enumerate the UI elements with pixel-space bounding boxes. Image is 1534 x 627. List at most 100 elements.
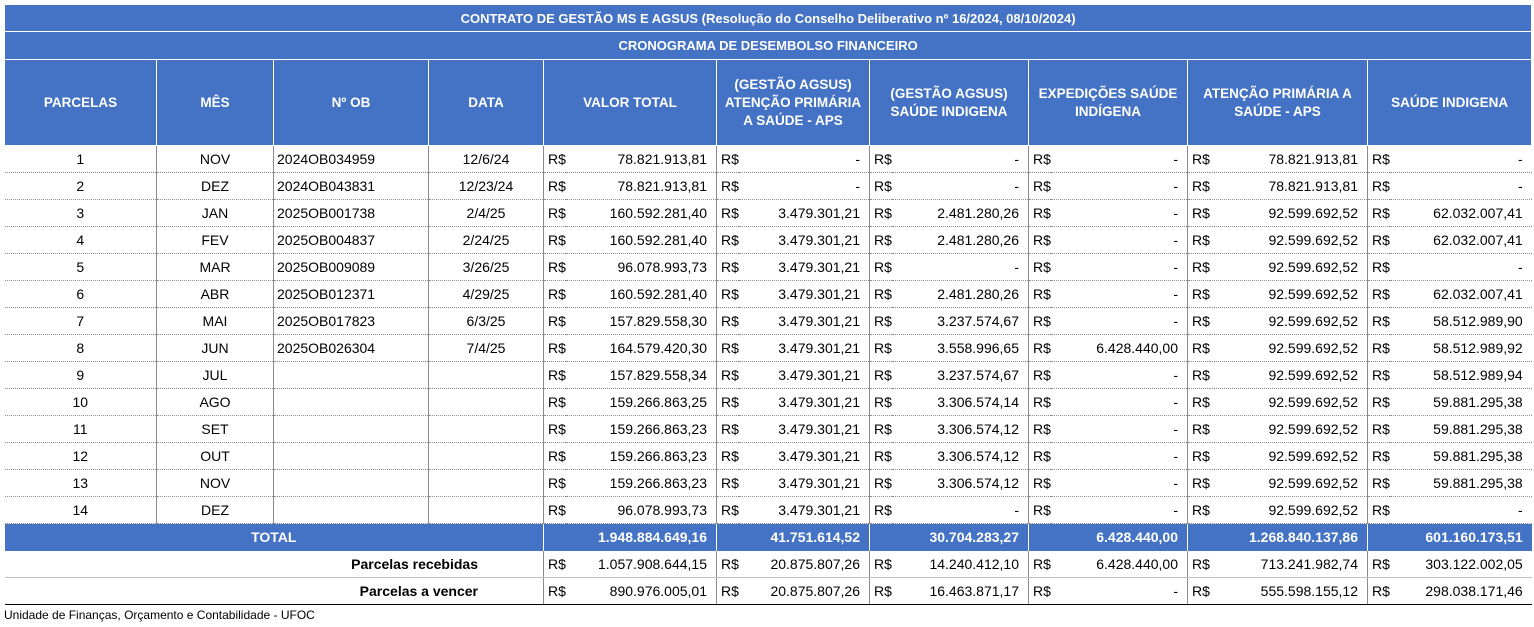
currency-symbol: R$ [543, 469, 566, 497]
cell-parcela: 7 [4, 307, 157, 335]
currency-symbol: R$ [869, 577, 892, 605]
received-valor-total: 1.057.908.644,15 [565, 550, 717, 578]
cell-agsus-aps: 3.479.301,21 [738, 361, 870, 389]
cell-ob: 2025OB004837 [273, 226, 429, 254]
cell-ob [273, 415, 429, 443]
currency-symbol: R$ [1367, 361, 1390, 389]
currency-symbol: R$ [1187, 199, 1210, 227]
header-saude-indigena: SAÚDE INDIGENA [1366, 59, 1533, 146]
cell-agsus-indigena: - [891, 253, 1029, 281]
currency-symbol: R$ [543, 361, 566, 389]
currency-symbol: R$ [1028, 334, 1051, 362]
cell-expedicoes: - [1050, 307, 1188, 335]
cell-ob: 2025OB017823 [273, 307, 429, 335]
cell-agsus-aps: 3.479.301,21 [738, 415, 870, 443]
cell-aps: 92.599.692,52 [1209, 415, 1368, 443]
received-expedicoes: 6.428.440,00 [1050, 550, 1188, 578]
header-agsus-indigena: (GESTÃO AGSUS) SAÚDE INDIGENA [869, 59, 1029, 146]
cell-saude-indigena: - [1389, 172, 1532, 200]
cell-parcela: 10 [4, 388, 157, 416]
cell-agsus-aps: 3.479.301,21 [738, 307, 870, 335]
cell-data: 12/6/24 [428, 145, 544, 173]
cell-mes: NOV [156, 469, 274, 497]
cell-aps: 92.599.692,52 [1209, 199, 1368, 227]
currency-symbol: R$ [1028, 172, 1051, 200]
cell-aps: 92.599.692,52 [1209, 442, 1368, 470]
currency-symbol: R$ [1187, 361, 1210, 389]
received-agsus-indigena: 14.240.412,10 [891, 550, 1029, 578]
cell-aps: 78.821.913,81 [1209, 145, 1368, 173]
total-aps: 1.268.840.137,86 [1187, 523, 1368, 551]
cell-ob [273, 496, 429, 524]
total-valor-total: 1.948.884.649,16 [543, 523, 717, 551]
currency-symbol: R$ [1028, 496, 1051, 524]
cell-data [428, 388, 544, 416]
cell-expedicoes: - [1050, 415, 1188, 443]
currency-symbol: R$ [716, 361, 739, 389]
cell-valor-total: 157.829.558,30 [565, 307, 717, 335]
cell-parcela: 13 [4, 469, 157, 497]
currency-symbol: R$ [869, 199, 892, 227]
currency-symbol: R$ [1028, 307, 1051, 335]
cell-mes: FEV [156, 226, 274, 254]
currency-symbol: R$ [1367, 442, 1390, 470]
cell-expedicoes: 6.428.440,00 [1050, 334, 1188, 362]
currency-symbol: R$ [716, 226, 739, 254]
currency-symbol: R$ [543, 145, 566, 173]
received-agsus-aps: 20.875.807,26 [738, 550, 870, 578]
currency-symbol: R$ [1367, 199, 1390, 227]
cell-valor-total: 78.821.913,81 [565, 172, 717, 200]
received-label: Parcelas recebidas [4, 550, 544, 578]
cell-ob [273, 442, 429, 470]
pending-saude-indigena: 298.038.171,46 [1389, 577, 1532, 605]
cell-parcela: 11 [4, 415, 157, 443]
cell-expedicoes: - [1050, 469, 1188, 497]
cell-agsus-aps: - [738, 145, 870, 173]
currency-symbol: R$ [543, 442, 566, 470]
cell-parcela: 1 [4, 145, 157, 173]
cell-saude-indigena: 59.881.295,38 [1389, 415, 1532, 443]
cell-aps: 92.599.692,52 [1209, 388, 1368, 416]
currency-symbol: R$ [543, 253, 566, 281]
currency-symbol: R$ [1187, 415, 1210, 443]
cell-ob: 2025OB026304 [273, 334, 429, 362]
cell-agsus-indigena: 2.481.280,26 [891, 226, 1029, 254]
cell-data [428, 415, 544, 443]
currency-symbol: R$ [1028, 226, 1051, 254]
currency-symbol: R$ [1367, 415, 1390, 443]
cell-valor-total: 159.266.863,23 [565, 442, 717, 470]
table-row: 10 AGO R$ 159.266.863,25 R$ 3.479.301,21 R$ 3.3… [4, 388, 1532, 416]
cell-expedicoes: - [1050, 226, 1188, 254]
currency-symbol: R$ [1367, 307, 1390, 335]
currency-symbol: R$ [869, 496, 892, 524]
currency-symbol: R$ [869, 145, 892, 173]
currency-symbol: R$ [869, 550, 892, 578]
header-agsus-aps: (GESTÃO AGSUS) ATENÇÃO PRIMÁRIA A SAÚDE … [716, 59, 870, 146]
cell-ob: 2024OB043831 [273, 172, 429, 200]
table-row: 2 DEZ 2024OB043831 12/23/24 R$ 78.821.913,81 R… [4, 172, 1532, 200]
cell-data [428, 496, 544, 524]
cell-parcela: 3 [4, 199, 157, 227]
cell-expedicoes: - [1050, 172, 1188, 200]
cell-parcela: 14 [4, 496, 157, 524]
cell-aps: 78.821.913,81 [1209, 172, 1368, 200]
cell-parcela: 12 [4, 442, 157, 470]
currency-symbol: R$ [869, 172, 892, 200]
currency-symbol: R$ [1367, 253, 1390, 281]
cell-agsus-indigena: - [891, 172, 1029, 200]
cell-agsus-indigena: 3.306.574,14 [891, 388, 1029, 416]
cell-parcela: 8 [4, 334, 157, 362]
currency-symbol: R$ [1187, 469, 1210, 497]
currency-symbol: R$ [1028, 550, 1051, 578]
currency-symbol: R$ [1367, 226, 1390, 254]
currency-symbol: R$ [1367, 172, 1390, 200]
currency-symbol: R$ [716, 577, 739, 605]
cell-agsus-indigena: 2.481.280,26 [891, 199, 1029, 227]
currency-symbol: R$ [1187, 442, 1210, 470]
cell-saude-indigena: 62.032.007,41 [1389, 199, 1532, 227]
cell-aps: 92.599.692,52 [1209, 361, 1368, 389]
table-row: 8 JUN 2025OB026304 7/4/25 R$ 164.579.420,30 R$… [4, 334, 1532, 362]
table-row: 12 OUT R$ 159.266.863,23 R$ 3.479.301,21 R$ 3.3… [4, 442, 1532, 470]
currency-symbol: R$ [543, 415, 566, 443]
currency-symbol: R$ [1187, 388, 1210, 416]
